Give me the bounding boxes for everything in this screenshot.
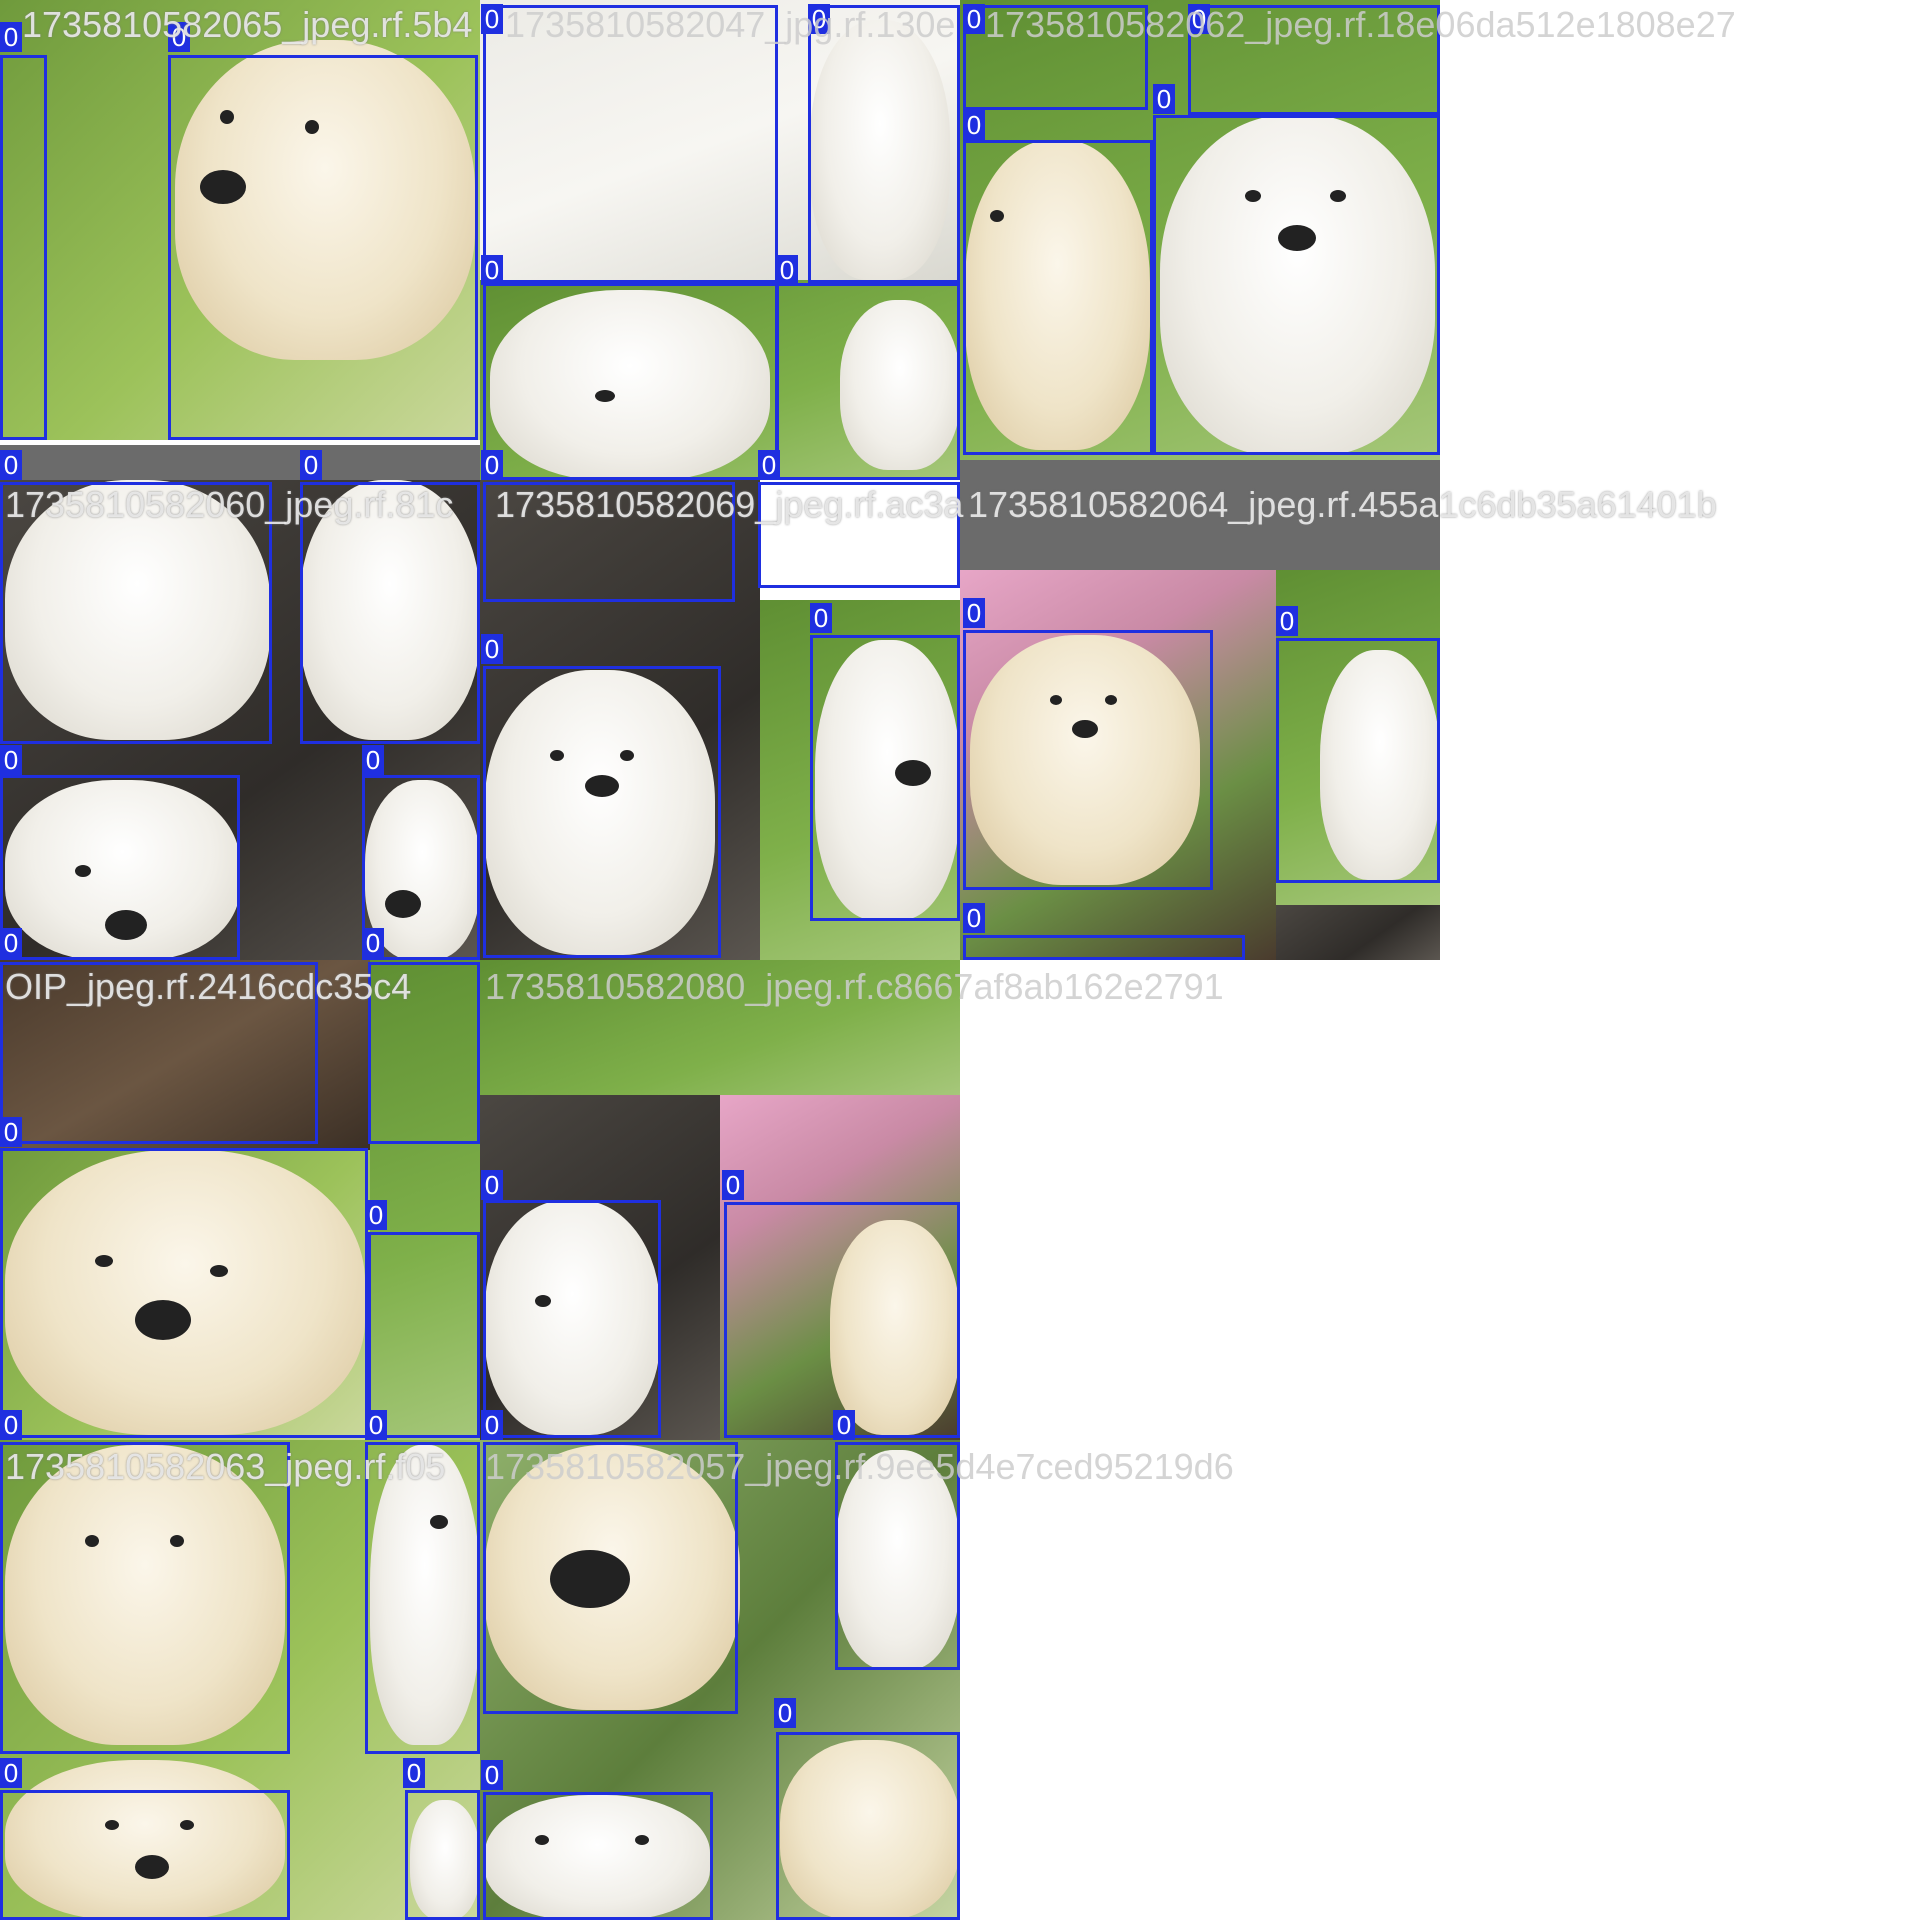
class-label: 0 bbox=[0, 1758, 22, 1788]
class-label: 0 bbox=[362, 745, 384, 775]
mosaic-tile bbox=[1276, 905, 1440, 960]
detection-box bbox=[810, 635, 960, 921]
class-label: 0 bbox=[362, 928, 384, 958]
class-label: 0 bbox=[1276, 606, 1298, 636]
detection-box bbox=[0, 1442, 290, 1754]
class-label: 0 bbox=[0, 928, 22, 958]
class-label: 0 bbox=[963, 598, 985, 628]
detection-box bbox=[963, 140, 1153, 455]
detection-box bbox=[0, 1790, 290, 1920]
class-label: 0 bbox=[300, 450, 322, 480]
image-filename: 1735810582065_jpeg.rf.5b4 bbox=[22, 4, 473, 45]
detection-box bbox=[483, 283, 778, 480]
class-label: 0 bbox=[481, 450, 503, 480]
detection-box bbox=[776, 283, 960, 480]
class-label: 0 bbox=[481, 4, 503, 34]
image-filename: 1735810582063_jpeg.rf.f05 bbox=[5, 1446, 446, 1487]
detection-box bbox=[483, 1792, 713, 1920]
detection-box bbox=[483, 5, 778, 283]
detection-box bbox=[963, 630, 1213, 890]
class-label: 0 bbox=[810, 603, 832, 633]
mosaic-tile bbox=[960, 460, 1440, 480]
class-label: 0 bbox=[481, 255, 503, 285]
class-label: 0 bbox=[481, 1170, 503, 1200]
class-label: 0 bbox=[403, 1758, 425, 1788]
class-label: 0 bbox=[758, 450, 780, 480]
mosaic-tile bbox=[0, 445, 480, 480]
image-filename: 1735810582060_jpeg.rf.81c bbox=[5, 484, 454, 525]
image-filename: 1735810582064_jpeg.rf.455a1c6db35a61401b bbox=[968, 484, 1717, 525]
class-label: 0 bbox=[963, 903, 985, 933]
class-label: 0 bbox=[776, 255, 798, 285]
class-label: 0 bbox=[0, 745, 22, 775]
image-filename: 1735810582057_jpeg.rf.9ee5d4e7ced95219d6 bbox=[485, 1446, 1234, 1487]
image-filename: 1735810582080_jpeg.rf.c8667af8ab162e2791 bbox=[485, 966, 1224, 1007]
class-label: 0 bbox=[833, 1410, 855, 1440]
class-label: 0 bbox=[963, 4, 985, 34]
class-label: 0 bbox=[365, 1200, 387, 1230]
class-label: 0 bbox=[722, 1170, 744, 1200]
class-label: 0 bbox=[481, 1410, 503, 1440]
detection-box bbox=[1153, 115, 1440, 455]
detection-box bbox=[808, 5, 960, 283]
detection-box bbox=[963, 935, 1245, 960]
image-filename: 1735810582069_jpeg.rf.ac3a bbox=[495, 484, 964, 525]
detection-box bbox=[776, 1732, 960, 1920]
detection-box bbox=[365, 1442, 480, 1754]
class-label: 0 bbox=[481, 1760, 503, 1790]
image-filename: 1735810582062_jpeg.rf.18e06da512e1808e27 bbox=[985, 4, 1736, 45]
detection-box bbox=[0, 55, 47, 440]
detection-box bbox=[368, 1232, 480, 1438]
image-filename: 1735810582047_jpg.rf.130e bbox=[505, 4, 956, 45]
detection-box bbox=[483, 666, 721, 958]
class-label: 0 bbox=[774, 1698, 796, 1728]
detection-box bbox=[724, 1202, 960, 1438]
detection-box bbox=[168, 55, 478, 440]
class-label: 0 bbox=[0, 1410, 22, 1440]
class-label: 0 bbox=[0, 450, 22, 480]
class-label: 0 bbox=[365, 1410, 387, 1440]
class-label: 0 bbox=[0, 22, 22, 52]
detection-box bbox=[405, 1790, 480, 1920]
detection-box bbox=[0, 1148, 368, 1438]
class-label: 0 bbox=[481, 634, 503, 664]
detection-box bbox=[0, 775, 240, 960]
class-label: 0 bbox=[1153, 84, 1175, 114]
detection-box bbox=[1276, 638, 1440, 883]
class-label: 0 bbox=[0, 1117, 22, 1147]
image-filename: OIP_jpeg.rf.2416cdc35c4 bbox=[5, 966, 412, 1007]
class-label: 0 bbox=[963, 110, 985, 140]
detection-box bbox=[483, 1200, 661, 1438]
